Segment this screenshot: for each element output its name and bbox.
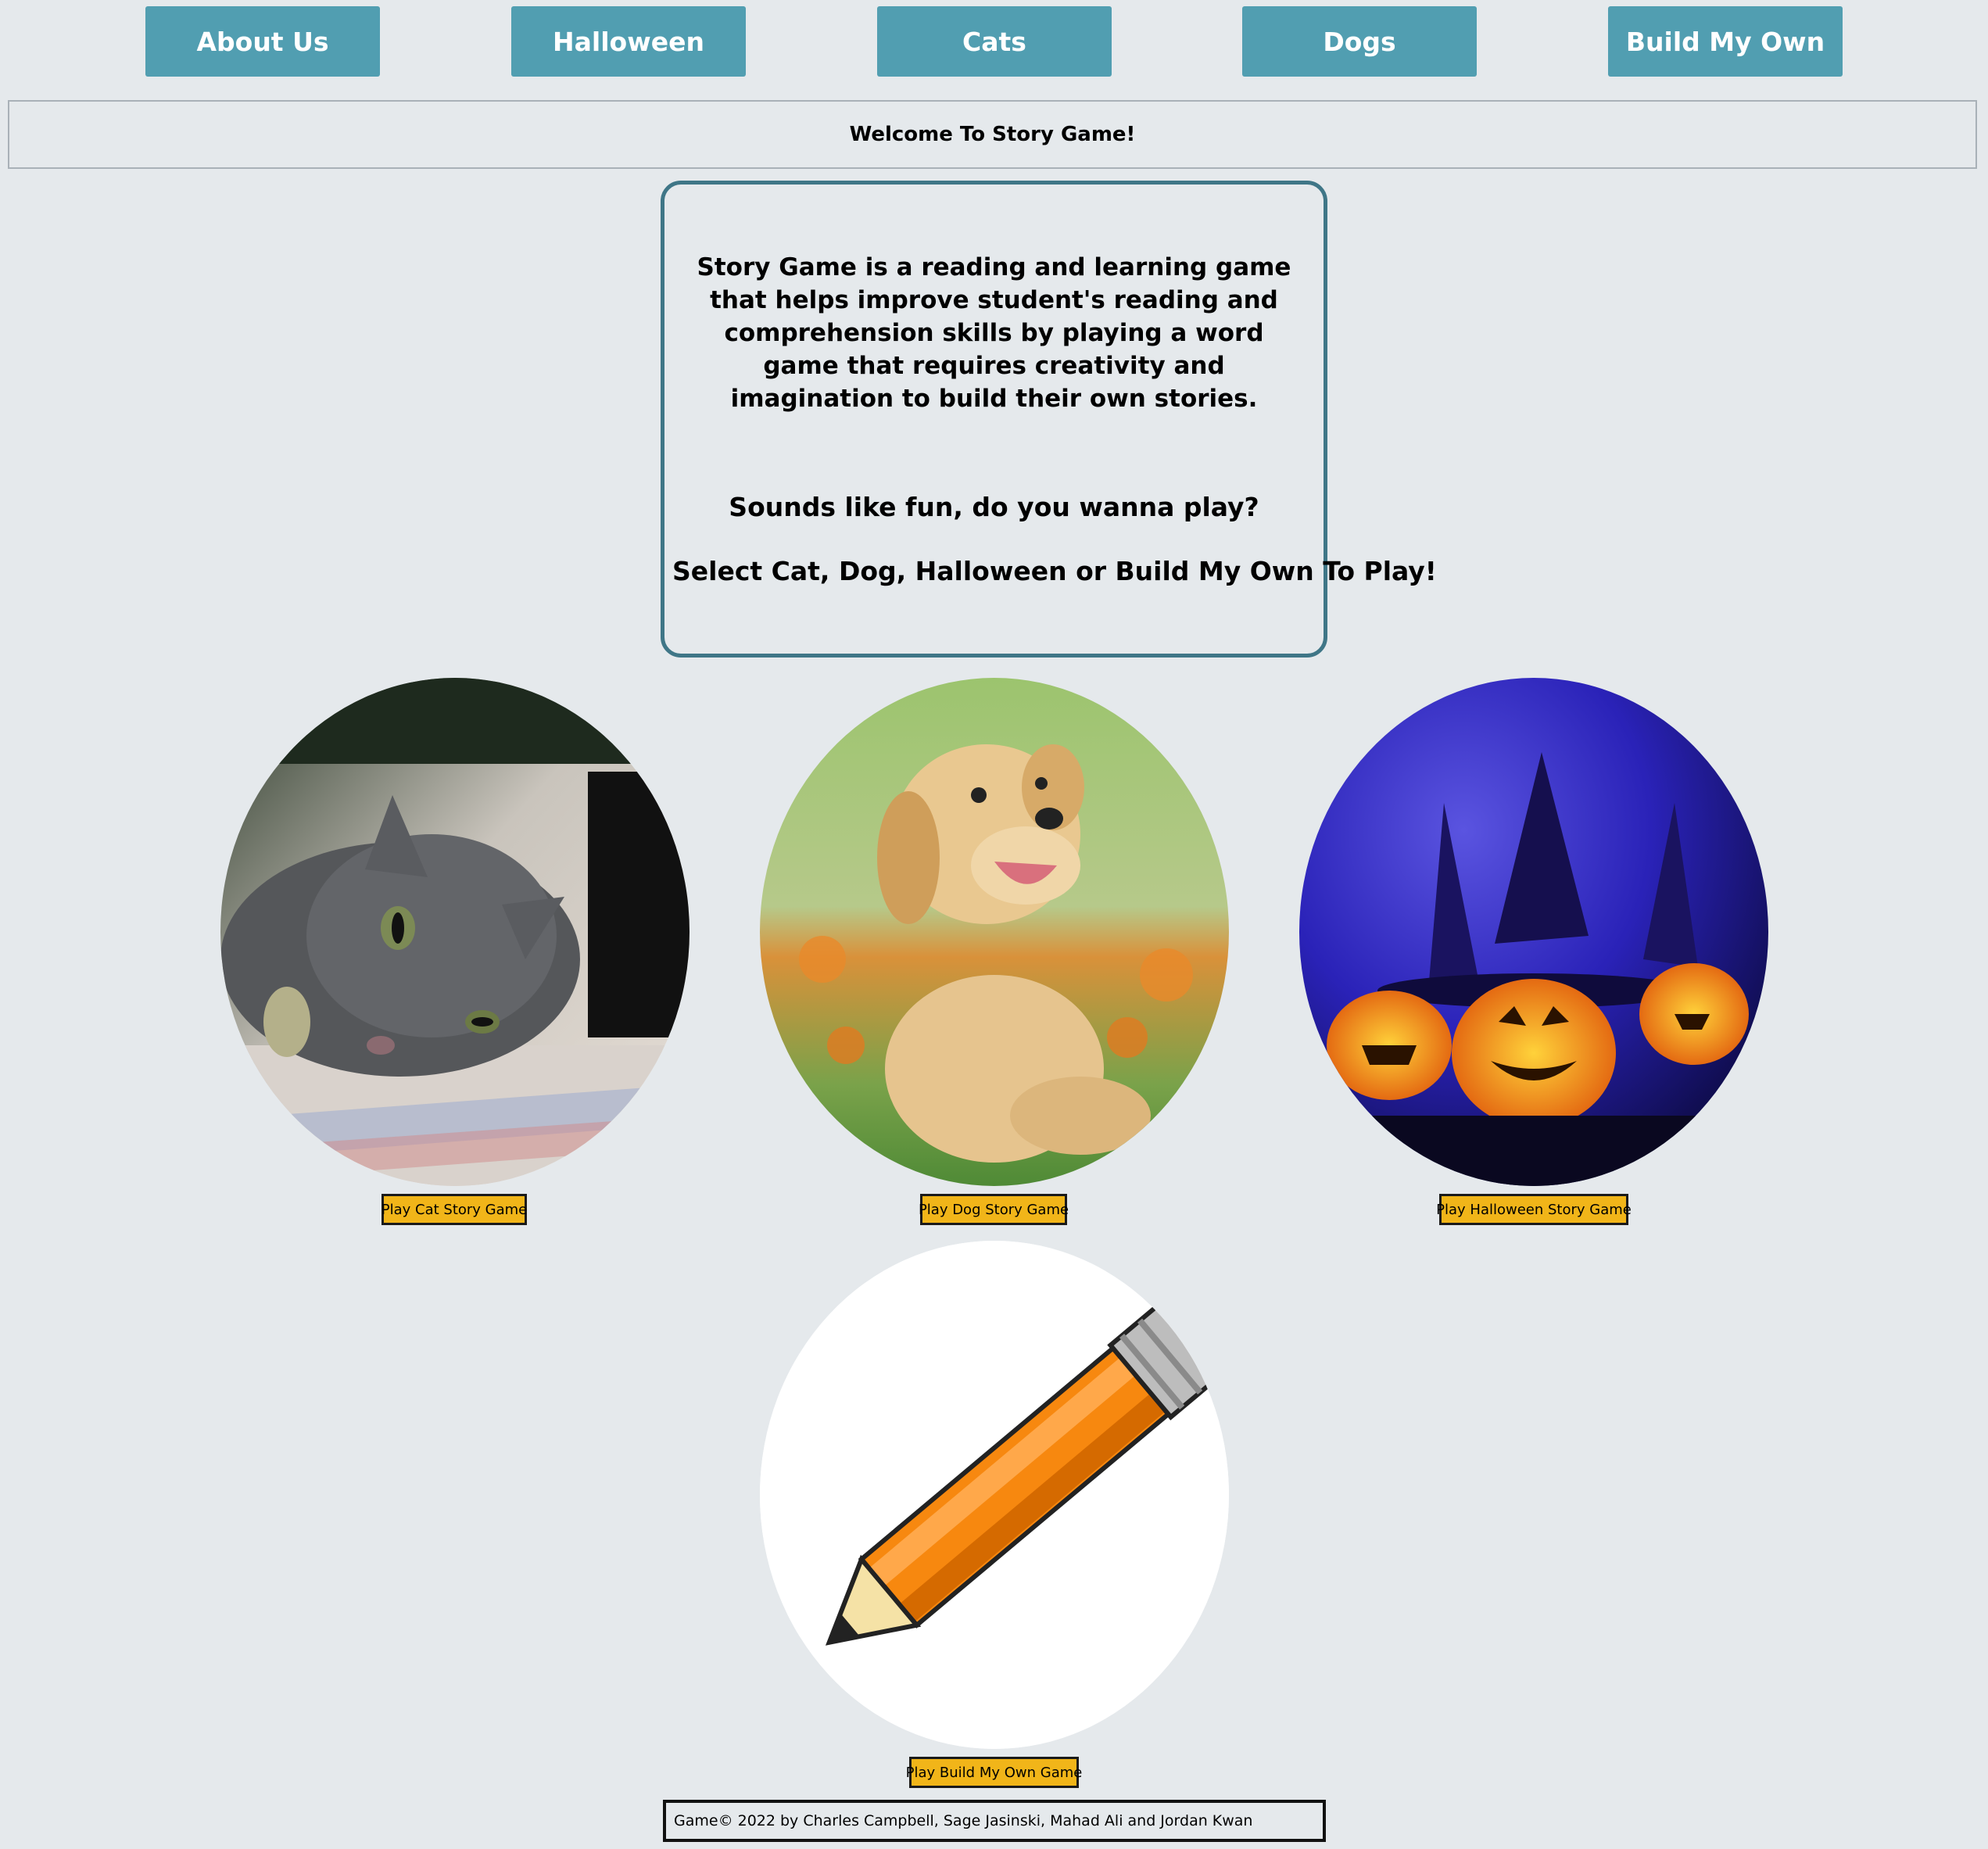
intro-box: Story Game is a reading and learning gam… (661, 181, 1437, 658)
select-instruction-text: Select Cat, Dog, Halloween or Build My O… (672, 556, 1437, 586)
nav-dogs-button[interactable]: Dogs (1242, 6, 1477, 77)
nav-halloween-button[interactable]: Halloween (511, 6, 746, 77)
play-prompt-text: Sounds like fun, do you wanna play? (729, 492, 1259, 522)
footer-credits: Game© 2022 by Charles Campbell, Sage Jas… (663, 1800, 1326, 1842)
welcome-banner: Welcome To Story Game! (8, 100, 1977, 169)
play-build-my-own-button[interactable]: Play Build My Own Game (906, 1757, 1082, 1788)
nav-build-my-own-button[interactable]: Build My Own (1608, 6, 1843, 77)
nav-cats-button[interactable]: Cats (877, 6, 1112, 77)
play-dog-story-button[interactable]: Play Dog Story Game (919, 1194, 1069, 1225)
nav-about-us-button[interactable]: About Us (145, 6, 380, 77)
intro-text: Story Game is a reading and learning gam… (697, 253, 1291, 413)
play-cat-story-button[interactable]: Play Cat Story Game (381, 1194, 527, 1225)
dog-image[interactable] (760, 678, 1229, 1186)
cat-image[interactable] (220, 678, 690, 1186)
pencil-image[interactable] (760, 1241, 1229, 1749)
play-halloween-story-button[interactable]: Play Halloween Story Game (1436, 1194, 1632, 1225)
halloween-image[interactable] (1299, 678, 1768, 1186)
